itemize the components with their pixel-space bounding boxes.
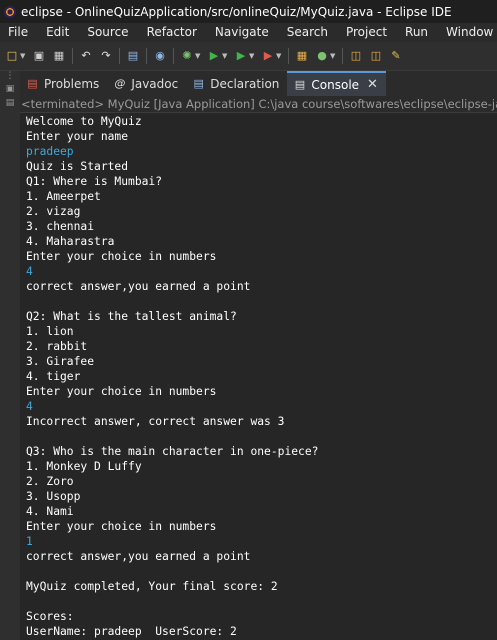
console-line: MyQuiz completed, Your final score: 2 [26,580,278,593]
console-line: 4. tiger [26,370,81,383]
console-line: Enter your choice in numbers [26,250,217,263]
toolbar-separator [288,48,289,64]
left-trim-bar: ⋮ ▣ ▤ [0,71,20,640]
menu-project[interactable]: Project [338,23,397,42]
new-icon[interactable]: □ [5,49,19,63]
external-tools-dropdown-icon[interactable]: ▼ [276,52,282,60]
external-tools-icon[interactable]: ▶ [261,49,275,63]
console-line: 3. Usopp [26,490,81,503]
coverage-dropdown-icon[interactable]: ▼ [249,52,255,60]
menu-file[interactable]: File [0,23,38,42]
tab-console[interactable]: ▤ Console ✕ [287,71,386,96]
menu-refactor[interactable]: Refactor [139,23,207,42]
console-line: 2. vizag [26,205,81,218]
tab-javadoc[interactable]: @ Javadoc [107,71,186,96]
package-explorer-icon[interactable]: ▤ [5,98,15,108]
console-line: 1. lion [26,325,74,338]
console-line: 4. Maharastra [26,235,115,248]
debug-dropdown-icon[interactable]: ▼ [195,52,201,60]
console-line: correct answer,you earned a point [26,280,251,293]
console-input-line: 4 [26,400,33,413]
menu-search[interactable]: Search [279,23,338,42]
console-line: 4. Nami [26,505,74,518]
save-icon[interactable]: ▣ [32,49,46,63]
run-dropdown-icon[interactable]: ▼ [222,52,228,60]
tab-label: Console [311,77,360,92]
trim-handle-icon[interactable]: ⋮ [0,72,20,81]
title-bar: eclipse - OnlineQuizApplication/src/onli… [0,0,497,23]
menu-run[interactable]: Run [397,23,438,42]
menu-bar: File Edit Source Refactor Navigate Searc… [0,23,497,42]
console-line: 1. Ameerpet [26,190,101,203]
problems-icon: ▤ [27,77,38,90]
console-output[interactable]: Welcome to MyQuiz Enter your name pradeep Q… [20,113,497,639]
restore-icon[interactable]: ▣ [5,84,15,94]
close-icon[interactable]: ✕ [367,77,378,92]
console-line: Q1: Where is Mumbai? [26,175,163,188]
tab-declaration[interactable]: ▤ Declaration [186,71,287,96]
pen-icon[interactable]: ✎ [389,49,403,63]
window-title: eclipse - OnlineQuizApplication/src/onli… [21,4,452,19]
console-line: UserName: pradeep UserScore: 2 [26,625,237,638]
console-line: 3. chennai [26,220,95,233]
console-input-line: pradeep [26,145,74,158]
toolbar-separator [342,48,343,64]
console-view: ▤ Problems @ Javadoc ▤ Declaration ▤ Con… [20,71,497,640]
toggle-breakpoints-icon[interactable]: ◉ [153,49,167,63]
declaration-icon: ▤ [193,77,204,90]
console-line: correct answer,you earned a point [26,550,251,563]
new-dropdown-icon[interactable]: ▼ [20,52,26,60]
new-package-icon[interactable]: ▦ [295,49,309,63]
menu-navigate[interactable]: Navigate [207,23,279,42]
menu-window[interactable]: Window [438,23,497,42]
console-line: Welcome to MyQuiz [26,115,142,128]
console-input-line: 1 [26,535,33,548]
console-line: Quiz is Started [26,160,129,173]
open-type-icon[interactable]: ▤ [126,49,140,63]
console-line: Enter your choice in numbers [26,385,217,398]
console-line: 2. Zoro [26,475,74,488]
new-class-dropdown-icon[interactable]: ▼ [330,52,336,60]
eclipse-window: eclipse - OnlineQuizApplication/src/onli… [0,0,497,640]
open-file-icon[interactable]: ◫ [369,49,383,63]
debug-icon[interactable]: ✺ [180,49,194,63]
main-toolbar: □ ▼ ▣ ▦ ↶ ↷ ▤ ◉ ✺ ▼ ▶ ▼ ▶ ▼ ▶ ▼ ▦ ● ▼ ◫ … [0,42,497,71]
undo-icon[interactable]: ↶ [79,49,93,63]
toolbar-separator [173,48,174,64]
console-input-line: 4 [26,265,33,278]
menu-edit[interactable]: Edit [38,23,79,42]
console-status: <terminated> MyQuiz [Java Application] C… [20,96,497,113]
coverage-icon[interactable]: ▶ [234,49,248,63]
tab-label: Problems [44,76,100,91]
redo-icon[interactable]: ↷ [99,49,113,63]
tab-problems[interactable]: ▤ Problems [20,71,107,96]
console-icon: ▤ [294,78,306,91]
toolbar-separator [72,48,73,64]
tab-label: Javadoc [131,76,179,91]
console-line: Q2: What is the tallest animal? [26,310,237,323]
toolbar-separator [146,48,147,64]
toolbar-separator [119,48,120,64]
tab-label: Declaration [210,76,280,91]
console-line: 3. Girafee [26,355,95,368]
console-line: 1. Monkey D Luffy [26,460,142,473]
console-line: Scores: [26,610,74,623]
console-line: Incorrect answer, correct answer was 3 [26,415,285,428]
console-line: 2. rabbit [26,340,88,353]
view-tab-bar: ▤ Problems @ Javadoc ▤ Declaration ▤ Con… [20,71,497,96]
console-line: Q3: Who is the main character in one-pie… [26,445,319,458]
menu-source[interactable]: Source [79,23,138,42]
console-line: Enter your name [26,130,129,143]
eclipse-logo-icon [4,5,16,18]
save-all-icon[interactable]: ▦ [52,49,66,63]
open-folder-icon[interactable]: ◫ [349,49,363,63]
javadoc-icon: @ [114,77,126,90]
console-line: Enter your choice in numbers [26,520,217,533]
new-class-icon[interactable]: ● [315,49,329,63]
run-icon[interactable]: ▶ [207,49,221,63]
